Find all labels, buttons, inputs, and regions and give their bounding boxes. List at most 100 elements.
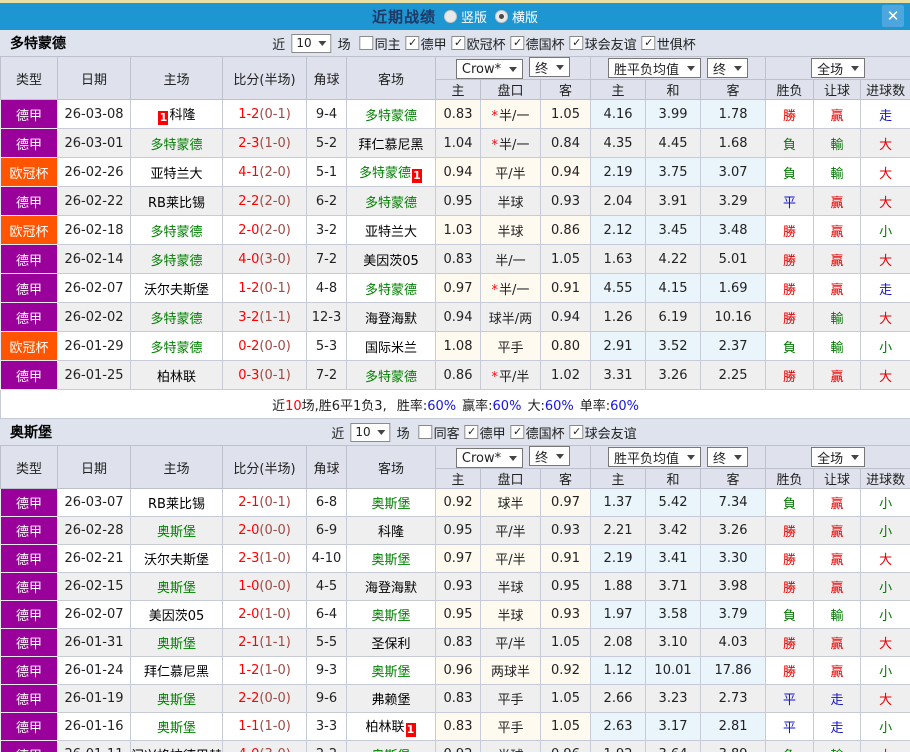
handicap-cell: 半球 — [480, 186, 541, 216]
result-mark: 小 — [860, 516, 910, 545]
result-mark: 贏 — [813, 244, 862, 274]
team-name-text: RB莱比锡 — [148, 497, 205, 512]
avg-odds-cell: 3.75 — [645, 157, 702, 187]
header-select[interactable]: 胜平负均值 — [608, 447, 702, 467]
home-team-cell: 多特蒙德 — [130, 128, 223, 158]
header-select[interactable]: 终 — [707, 58, 749, 78]
layout-radio-option[interactable]: 竖版 — [443, 7, 487, 26]
odds-value: 0.93 — [443, 579, 473, 594]
team-name-text: 科隆 — [377, 525, 404, 540]
column-subheader: 主 — [590, 468, 647, 489]
home-team-cell: 奥斯堡 — [130, 572, 223, 601]
filter-checkbox[interactable]: ✓ — [464, 425, 479, 439]
result-mark: 勝 — [765, 544, 815, 573]
away-team-cell: 圣保利 — [346, 628, 436, 657]
handicap-cell: 半球 — [480, 572, 541, 601]
league-badge: 德甲 — [0, 488, 58, 517]
handicap-cell: 半球 — [480, 215, 541, 245]
avg-odds-cell: 2.21 — [590, 516, 647, 545]
team-section-bar: 多特蒙德近 10 场同主 ✓ 德甲 ✓ 欧冠杯 ✓ 德国杯 ✓ 球会友谊 ✓ 世俱杯 — [0, 30, 910, 56]
team-name-text: 奥斯堡 — [371, 665, 411, 680]
filter-checkbox[interactable]: ✓ — [451, 36, 466, 50]
league-badge: 德甲 — [0, 99, 58, 129]
filter-checkbox[interactable]: ✓ — [569, 36, 584, 50]
match-row: 德甲 26-01-16 奥斯堡 1-1(1-0) 3-3 柏林联 1 0.83 平手 1.05 2.… — [0, 712, 910, 741]
near-label: 近 — [331, 426, 345, 442]
header-select-value: 终 — [713, 62, 727, 78]
result-mark: 走 — [860, 273, 910, 303]
result-mark: 贏 — [813, 360, 862, 390]
result-mark: 大 — [860, 157, 910, 187]
home-team-cell: RB莱比锡 — [130, 186, 223, 216]
header-select[interactable]: 终 — [529, 446, 571, 466]
match-date: 26-01-19 — [57, 684, 131, 713]
header-select[interactable]: 终 — [707, 447, 749, 467]
home-team-cell: 拜仁慕尼黑 — [130, 656, 223, 685]
corner-count: 9-4 — [306, 99, 347, 129]
handicap-odds-cell: 0.94 — [435, 157, 481, 187]
odds-value: 1.08 — [443, 338, 473, 354]
match-date: 26-02-21 — [57, 544, 131, 573]
handicap-odds-cell: 0.97 — [539, 488, 592, 517]
match-count-select[interactable]: 10 — [291, 33, 332, 53]
filter-checkbox[interactable]: ✓ — [510, 425, 525, 439]
match-date: 26-01-31 — [57, 628, 131, 657]
odds-value: 0.97 — [551, 495, 580, 510]
handicap-odds-cell: 0.92 — [435, 740, 481, 752]
match-row: 欧冠杯 26-02-26 亚特兰大 4-1(2-0) 5-1 多特蒙德 1 0.94 平/半 0.… — [0, 157, 910, 187]
layout-radio-option[interactable]: 横版 — [495, 7, 538, 26]
team-name-text: 柏林联 — [156, 369, 196, 385]
header-select[interactable]: 终 — [529, 57, 571, 77]
odds-value: 0.93 — [551, 193, 580, 209]
match-date: 26-02-15 — [57, 572, 131, 601]
fulltime-score: 2-0 — [238, 523, 260, 538]
away-team-cell: 奥斯堡 — [346, 600, 436, 629]
result-mark: 大 — [860, 544, 910, 573]
filter-checkbox[interactable]: ✓ — [569, 425, 584, 439]
away-team-cell: 海登海默 — [346, 302, 436, 332]
header-select[interactable]: Crow* — [455, 59, 524, 79]
handicap-odds-cell: 0.94 — [539, 157, 592, 187]
filter-checkbox[interactable] — [359, 36, 374, 50]
result-mark: 小 — [860, 656, 910, 685]
halftime-score: (0-0) — [259, 691, 291, 706]
header-select[interactable]: 胜平负均值 — [608, 58, 702, 78]
summary-stat-label: 大: — [527, 398, 545, 414]
filter-checkbox[interactable]: ✓ — [405, 36, 420, 50]
result-mark: 小 — [860, 572, 910, 601]
avg-odds-cell: 1.26 — [590, 302, 647, 332]
fulltime-score: 2-1 — [238, 635, 260, 650]
close-button[interactable]: ✕ — [882, 5, 904, 27]
header-select[interactable]: 全场 — [811, 58, 866, 78]
handicap-odds-cell: 0.95 — [435, 516, 481, 545]
match-row: 德甲 26-02-21 沃尔夫斯堡 2-3(1-0) 4-10 奥斯堡 0.97 平/半 0.9… — [0, 544, 910, 573]
header-select-value: Crow* — [461, 61, 502, 77]
team-name-text: 奥斯堡 — [371, 609, 411, 624]
result-mark: 大 — [860, 360, 910, 390]
column-header: 客场 — [346, 445, 436, 489]
team-name-text: 奥斯堡 — [156, 581, 196, 596]
filter-checkbox[interactable]: ✓ — [641, 36, 656, 50]
avg-odds-cell: 2.25 — [700, 360, 767, 390]
filter-checkbox-label: 球会友谊 — [584, 426, 637, 442]
score-cell: 0-3(0-1) — [222, 360, 307, 390]
filter-checkbox[interactable] — [418, 425, 433, 439]
header-select[interactable]: 全场 — [811, 447, 866, 467]
league-badge: 德甲 — [0, 360, 58, 390]
odds-value: 0.92 — [551, 663, 580, 678]
filter-checkbox-label: 德甲 — [420, 37, 447, 53]
odds-value: 半球 — [497, 581, 524, 596]
match-count-select[interactable]: 10 — [350, 422, 391, 442]
team-name-text: 多特蒙德 — [364, 195, 417, 211]
header-select[interactable]: Crow* — [455, 448, 524, 468]
filter-checkbox[interactable]: ✓ — [510, 36, 525, 50]
team-name-text: 多特蒙德 — [150, 253, 203, 269]
header-group: 胜平负均值 终 — [590, 56, 767, 80]
league-badge: 德甲 — [0, 516, 58, 545]
handicap-odds-cell: 0.94 — [539, 302, 592, 332]
handicap-cell: *半/一 — [480, 128, 541, 158]
result-mark: 大 — [860, 302, 910, 332]
odds-value: 平/半 — [495, 637, 526, 652]
star-mark: * — [491, 108, 499, 124]
summary-count: 10 — [285, 398, 302, 414]
